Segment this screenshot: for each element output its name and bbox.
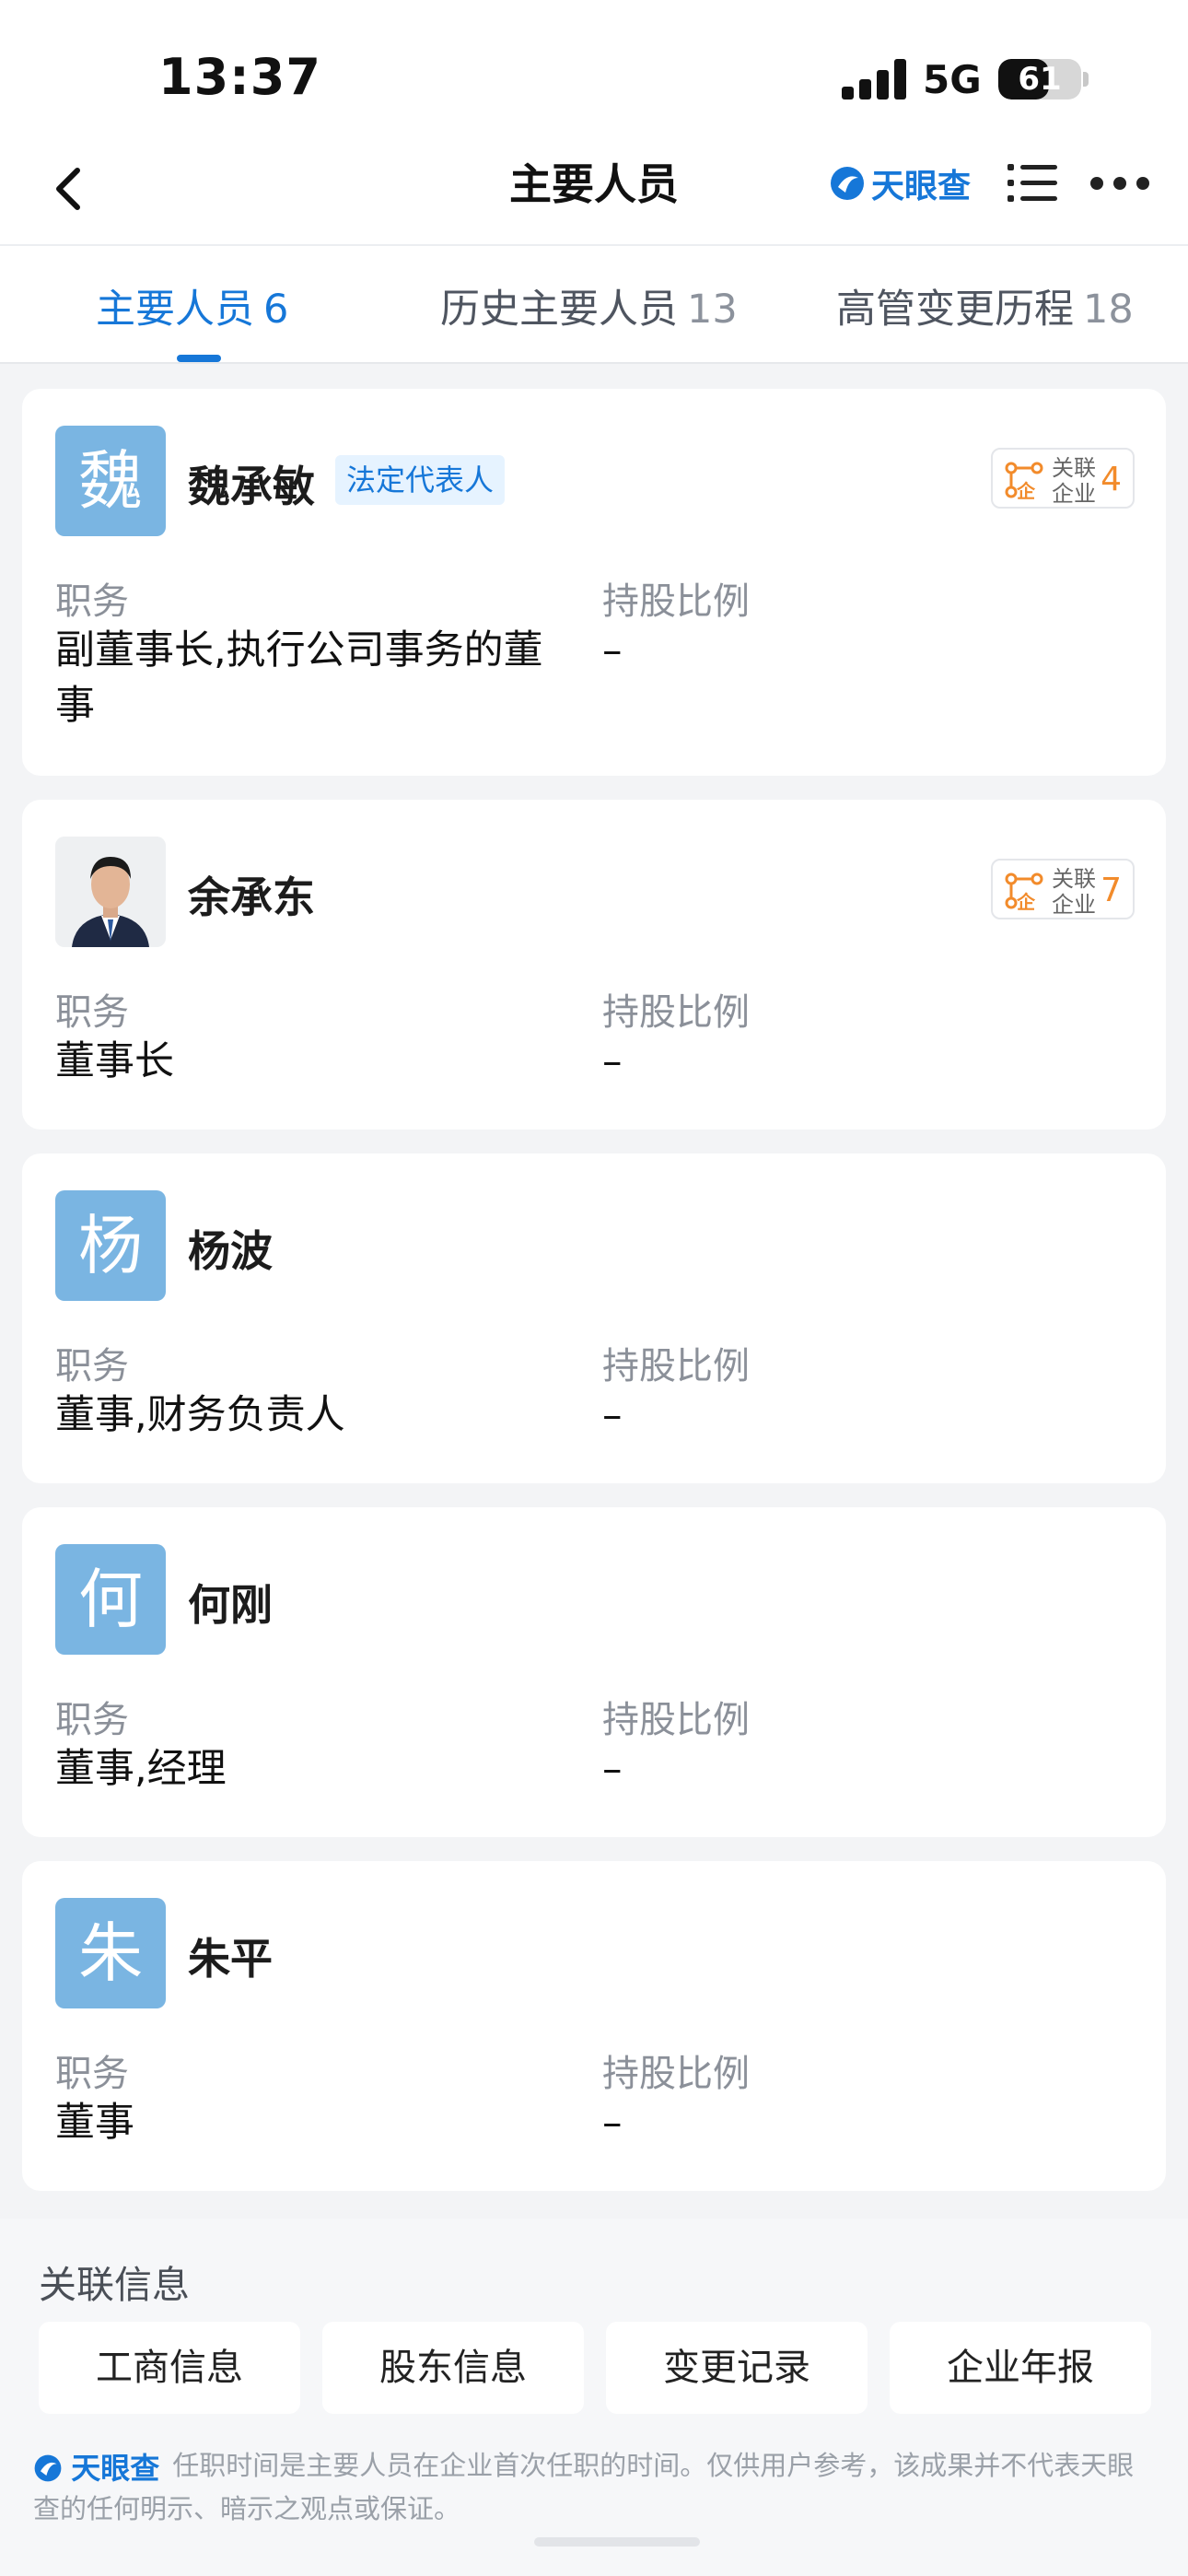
tab-label: 主要人员 <box>96 287 254 333</box>
person-photo <box>55 837 166 947</box>
list-icon <box>1007 164 1057 202</box>
related-companies-button[interactable]: 企 关联 企业 7 <box>991 859 1135 919</box>
battery-icon: 61 <box>998 59 1081 100</box>
person-name[interactable]: 何刚 <box>188 1572 273 1633</box>
person-card[interactable]: 魏 魏承敏 法定代表人 企 关联 企业 4 职务 持股比例 副董事长,执行公司事务… <box>22 389 1166 776</box>
person-card[interactable]: 杨 杨波 职务 持股比例 董事,财务负责人 – <box>22 1153 1166 1483</box>
battery-level: 61 <box>1018 61 1062 98</box>
tianyancha-logo-icon <box>831 167 864 200</box>
tianyancha-logo-icon <box>34 2454 62 2482</box>
disclaimer-text: 任职时间是主要人员在企业首次任职的时间。仅供用户参考，该成果并不代表天眼查的任何… <box>33 2450 1135 2524</box>
avatar: 魏 <box>55 426 166 536</box>
more-options-icon[interactable] <box>1090 177 1149 192</box>
person-name[interactable]: 魏承敏 <box>188 453 315 514</box>
related-companies-icon: 企 <box>1005 462 1043 499</box>
person-card[interactable]: 朱 朱平 职务 持股比例 董事 – <box>22 1861 1166 2191</box>
shareholding-value: – <box>602 1746 623 1792</box>
tab-history-personnel[interactable]: 历史主要人员 13 <box>440 277 738 334</box>
battery-cap <box>1083 72 1089 87</box>
position-label: 职务 <box>55 1699 129 1741</box>
person-name[interactable]: 余承东 <box>188 864 315 925</box>
tab-label: 历史主要人员 <box>440 287 678 333</box>
legal-representative-badge: 法定代表人 <box>335 455 506 505</box>
shareholding-value: – <box>602 2100 623 2146</box>
person-name[interactable]: 杨波 <box>188 1218 273 1279</box>
position-value: 董事 <box>55 2100 134 2146</box>
shareholding-label: 持股比例 <box>602 1699 750 1741</box>
svg-text:企: 企 <box>1016 891 1036 910</box>
position-value: 董事长 <box>55 1038 174 1084</box>
position-value: 董事,经理 <box>55 1746 227 1792</box>
tab-main-personnel[interactable]: 主要人员 6 <box>96 277 288 334</box>
related-info-title: 关联信息 <box>39 2263 190 2307</box>
related-companies-count: 7 <box>1101 872 1122 909</box>
avatar: 朱 <box>55 1898 166 2008</box>
svg-text:企: 企 <box>1016 480 1036 499</box>
person-card[interactable]: 余承东 企 关联 企业 7 职务 持股比例 董事长 – <box>22 800 1166 1130</box>
shareholding-value: – <box>602 1038 623 1084</box>
shareholding-label: 持股比例 <box>602 2053 750 2095</box>
position-label: 职务 <box>55 2053 129 2095</box>
avatar-photo <box>55 837 166 947</box>
tab-label: 高管变更历程 <box>836 287 1074 333</box>
tab-executive-changes[interactable]: 高管变更历程 18 <box>836 277 1134 334</box>
tab-count: 6 <box>263 287 289 333</box>
person-card[interactable]: 何 何刚 职务 持股比例 董事,经理 – <box>22 1507 1166 1837</box>
position-label: 职务 <box>55 1345 129 1388</box>
related-companies-label: 关联 企业 <box>1052 455 1096 507</box>
avatar: 杨 <box>55 1190 166 1301</box>
tab-bar: 主要人员 6 历史主要人员 13 高管变更历程 18 <box>0 244 1188 364</box>
shareholding-label: 持股比例 <box>602 580 750 623</box>
disclaimer-brand: 天眼查 <box>71 2451 160 2486</box>
shareholding-label: 持股比例 <box>602 1345 750 1388</box>
status-bar: 13:37 5G 61 <box>0 0 1188 138</box>
related-companies-label: 关联 企业 <box>1052 866 1096 918</box>
shareholding-label: 持股比例 <box>602 991 750 1034</box>
shareholder-info-button[interactable]: 股东信息 <box>322 2322 584 2414</box>
nav-bar: 主要人员 天眼查 <box>0 138 1188 244</box>
tab-count: 18 <box>1083 287 1134 333</box>
business-info-button[interactable]: 工商信息 <box>39 2322 300 2414</box>
disclaimer: 天眼查 任职时间是主要人员在企业首次任职的时间。仅供用户参考，该成果并不代表天眼… <box>33 2445 1157 2529</box>
disclaimer-logo: 天眼查 <box>33 2446 159 2488</box>
network-type: 5G <box>923 57 982 102</box>
position-value: 副董事长,执行公司事务的董事 <box>55 627 543 729</box>
related-companies-count: 4 <box>1101 461 1122 498</box>
related-companies-button[interactable]: 企 关联 企业 4 <box>991 448 1135 509</box>
related-companies-icon: 企 <box>1005 872 1043 910</box>
position-value: 董事,财务负责人 <box>55 1392 345 1438</box>
annual-report-button[interactable]: 企业年报 <box>890 2322 1151 2414</box>
menu-list-button[interactable] <box>1006 158 1059 208</box>
position-label: 职务 <box>55 580 129 623</box>
shareholding-value: – <box>602 627 623 673</box>
home-indicator <box>534 2537 700 2547</box>
tab-count: 13 <box>687 287 738 333</box>
related-info-panel: 关联信息 工商信息 股东信息 变更记录 企业年报 天眼查 任职时间是主要人员在企… <box>0 2219 1188 2576</box>
brand-logo[interactable]: 天眼查 <box>829 160 971 206</box>
status-time: 13:37 <box>158 48 321 106</box>
active-tab-indicator <box>177 355 221 362</box>
avatar: 何 <box>55 1544 166 1655</box>
shareholding-value: – <box>602 1392 623 1438</box>
position-label: 职务 <box>55 991 129 1034</box>
change-records-button[interactable]: 变更记录 <box>606 2322 868 2414</box>
brand-name: 天眼查 <box>871 168 972 205</box>
person-name[interactable]: 朱平 <box>188 1926 273 1986</box>
signal-icon <box>842 59 906 100</box>
